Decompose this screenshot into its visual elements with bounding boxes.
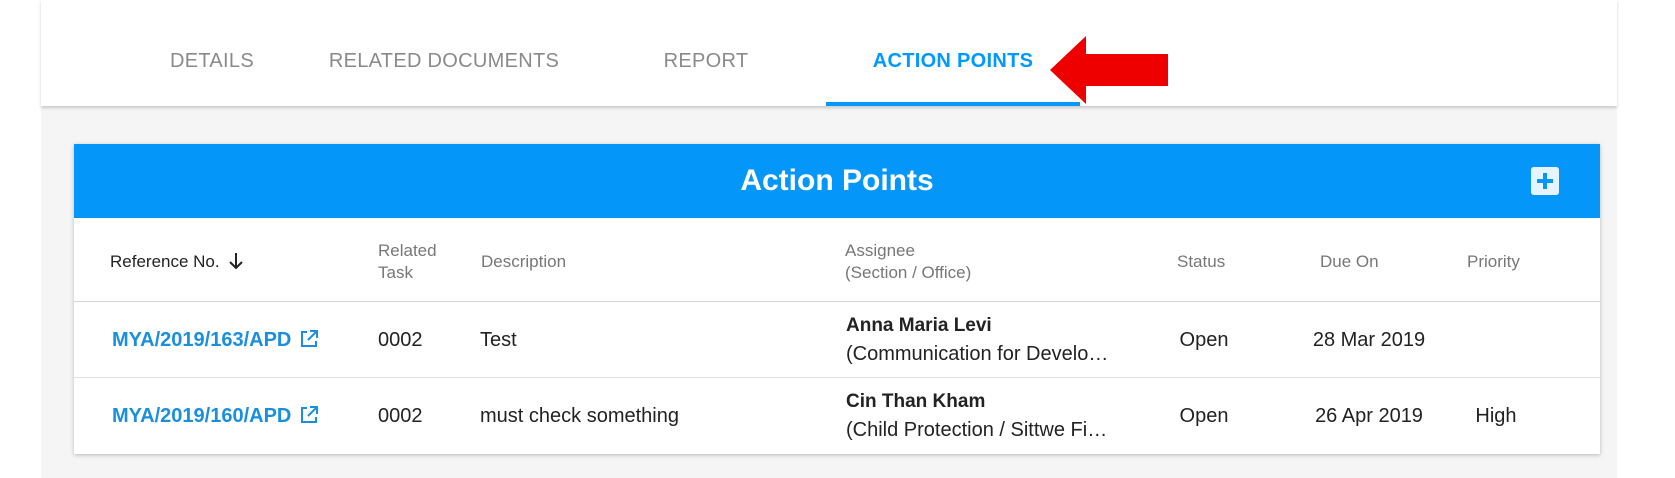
column-header-related-task: Related Task: [378, 240, 437, 284]
red-arrow-icon: [1050, 36, 1168, 104]
column-header-assignee: Assignee (Section / Office): [845, 240, 971, 284]
tab-report[interactable]: REPORT: [631, 50, 781, 106]
tab-related-documents[interactable]: RELATED DOCUMENTS: [324, 50, 564, 106]
action-points-card: Action Points Reference No. Related Task…: [74, 144, 1600, 454]
plus-square-icon: [1531, 167, 1559, 195]
priority-cell: High: [1475, 405, 1517, 427]
page: DETAILS RELATED DOCUMENTS REPORT ACTION …: [0, 0, 1675, 478]
related-task-cell: 0002: [378, 405, 423, 427]
add-action-point-button[interactable]: [1531, 167, 1559, 195]
status-cell: Open: [1179, 405, 1229, 427]
assignee-name: Anna Maria Levi: [846, 315, 992, 336]
column-header-assignee-line1: Assignee: [845, 241, 915, 260]
due-on-cell: 28 Mar 2019: [1312, 329, 1426, 351]
column-header-assignee-line2: (Section / Office): [845, 263, 972, 282]
column-header-due-on: Due On: [1320, 252, 1379, 271]
assignee-name: Cin Than Kham: [846, 391, 986, 412]
card-header: Action Points: [74, 144, 1600, 218]
column-header-priority: Priority: [1467, 252, 1520, 271]
reference-link-text: MYA/2019/160/APD: [112, 405, 292, 427]
assignee-office: (Communication for Develop…: [846, 343, 1116, 365]
sort-arrow-down-icon[interactable]: [228, 252, 244, 270]
column-header-status: Status: [1177, 252, 1226, 271]
related-task-cell: 0002: [378, 329, 423, 351]
reference-link-text: MYA/2019/163/APD: [112, 329, 292, 351]
column-header-reference[interactable]: Reference No.: [110, 251, 244, 273]
external-link-icon[interactable]: [299, 329, 319, 349]
description-cell: Test: [480, 329, 517, 351]
card-title: Action Points: [740, 164, 934, 197]
header-divider: [74, 301, 1600, 302]
reference-link[interactable]: MYA/2019/160/APD: [112, 405, 319, 428]
tabs-bar: DETAILS RELATED DOCUMENTS REPORT ACTION …: [41, 0, 1617, 106]
row-divider: [74, 377, 1600, 378]
assignee-office: (Child Protection / Sittwe Fiel…: [846, 419, 1116, 441]
due-on-cell: 26 Apr 2019: [1315, 405, 1423, 427]
tab-action-points[interactable]: ACTION POINTS: [826, 50, 1080, 106]
reference-link[interactable]: MYA/2019/163/APD: [112, 329, 319, 352]
active-tab-indicator: [826, 102, 1080, 106]
column-header-related-task-line2: Task: [378, 263, 413, 282]
tab-details[interactable]: DETAILS: [152, 50, 272, 106]
status-cell: Open: [1179, 329, 1229, 351]
column-header-related-task-line1: Related: [378, 241, 437, 260]
description-cell: must check something: [480, 405, 679, 427]
column-header-reference-label: Reference No.: [110, 252, 220, 271]
column-header-description: Description: [481, 252, 567, 271]
external-link-icon[interactable]: [299, 405, 319, 425]
